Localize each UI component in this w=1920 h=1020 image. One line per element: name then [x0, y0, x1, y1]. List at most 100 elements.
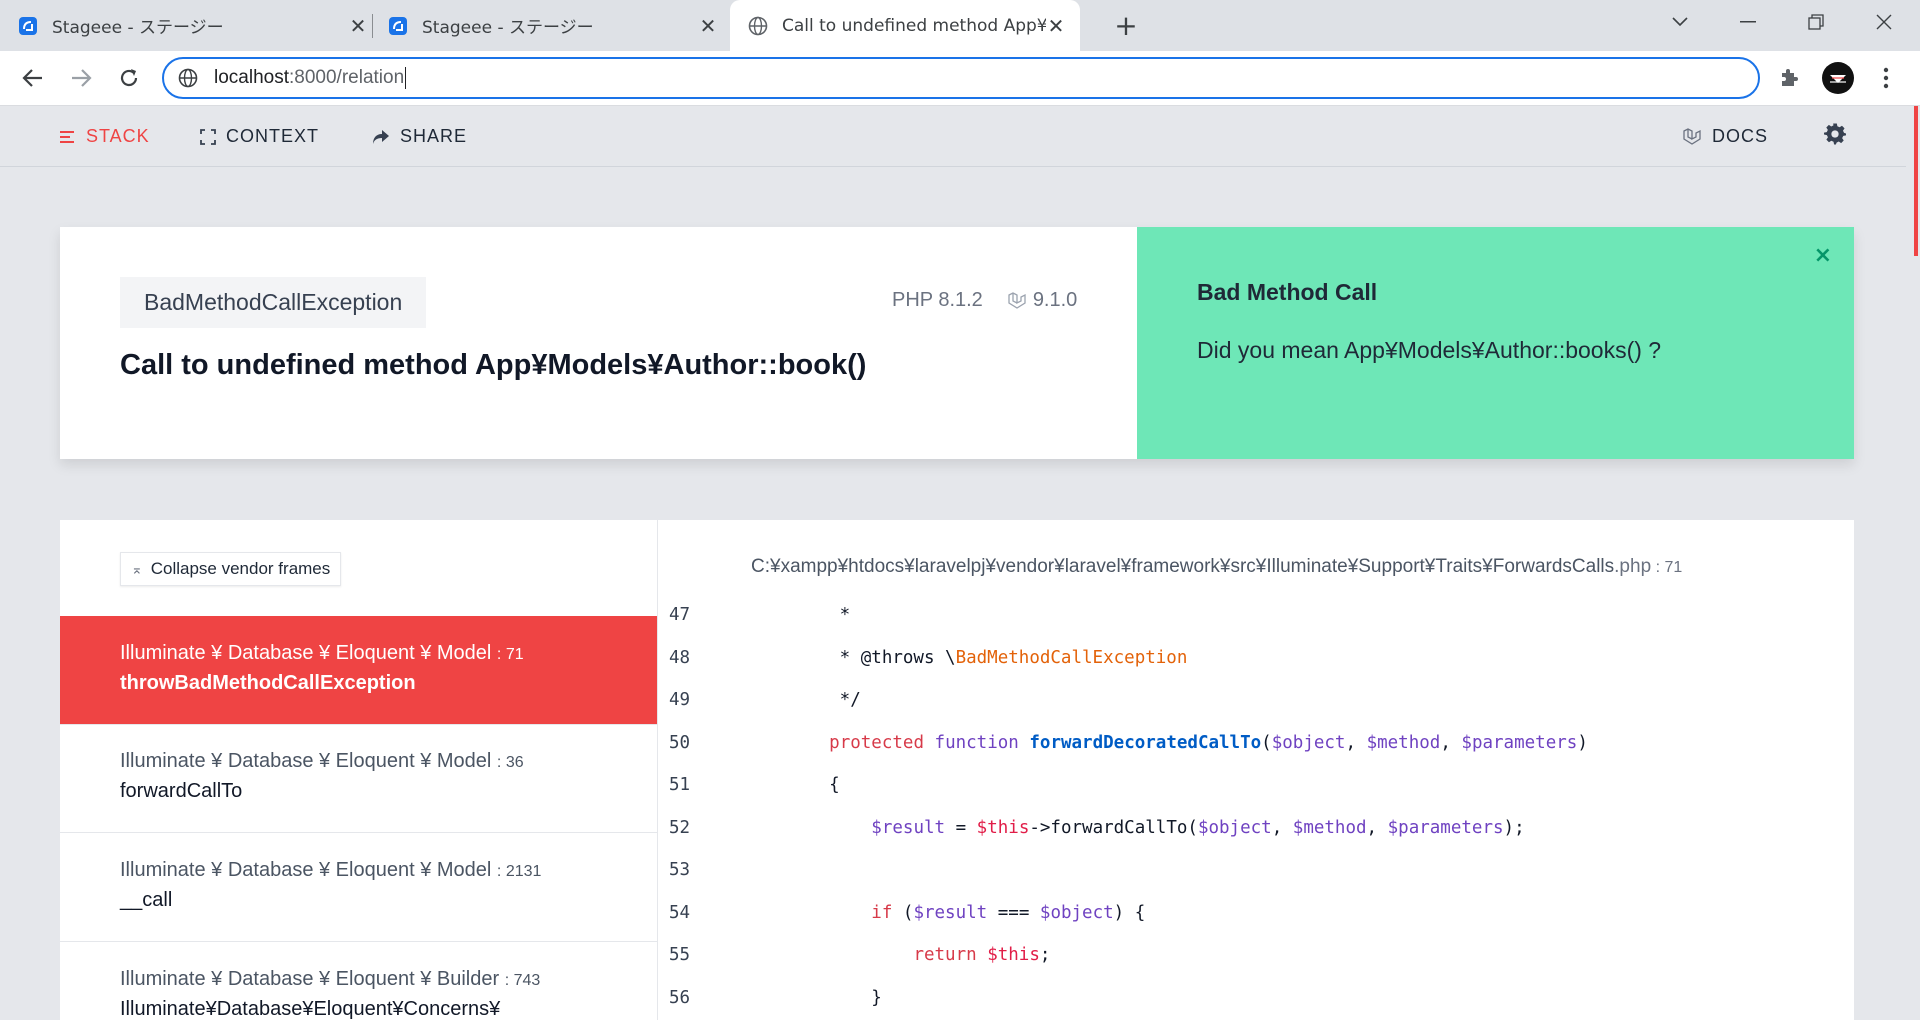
browser-tab-1[interactable]: Stageee - ステージー ✕ — [18, 0, 368, 51]
more-menu-icon[interactable] — [1876, 64, 1896, 92]
code-line: 55 return $this; — [657, 934, 1854, 976]
solution-panel: × Bad Method Call Did you mean App¥Model… — [1137, 227, 1854, 459]
line-number: 52 — [669, 817, 691, 838]
arrow-right-icon[interactable] — [66, 63, 96, 93]
ignition-nav: STACK CONTEXT SHARE DOCS — [0, 106, 1906, 167]
line-code: } — [787, 987, 882, 1008]
code-line: 56 } — [657, 977, 1854, 1019]
line-number: 50 — [669, 732, 691, 753]
nav-context[interactable]: CONTEXT — [200, 126, 319, 147]
laravel-icon — [1683, 127, 1701, 145]
line-number: 48 — [669, 647, 691, 668]
scrollbar-thumb[interactable] — [1914, 106, 1918, 256]
code-line: 48 * @throws \BadMethodCallException — [657, 637, 1854, 679]
frame-line: : 36 — [496, 754, 524, 771]
browser-tab-active[interactable]: Call to undefined method App¥M ✕ — [730, 0, 1080, 51]
close-tab-icon[interactable]: ✕ — [348, 14, 368, 38]
browser-tab-2[interactable]: Stageee - ステージー ✕ — [388, 0, 718, 51]
code-line: 52 $result = $this->forwardCallTo($objec… — [657, 807, 1854, 849]
exception-class: BadMethodCallException — [120, 277, 427, 328]
new-tab-button[interactable]: + — [1108, 8, 1144, 44]
nav-docs[interactable]: DOCS — [1682, 126, 1768, 147]
line-code: * @throws \BadMethodCallException — [787, 647, 1188, 668]
solution-description: Did you mean App¥Models¥Author::books() … — [1197, 337, 1662, 363]
solution-title: Bad Method Call — [1197, 279, 1378, 305]
browser-tab-strip: Stageee - ステージー ✕ Stageee - ステージー ✕ Call… — [0, 0, 1920, 51]
globe-icon — [178, 68, 198, 88]
file-extension: .php — [1614, 556, 1652, 577]
close-solution-icon[interactable]: × — [1814, 243, 1832, 268]
line-number: 54 — [669, 902, 691, 923]
exception-card: BadMethodCallException PHP 8.1.2 9.1.0 C… — [60, 227, 1854, 459]
close-tab-icon[interactable]: ✕ — [698, 14, 718, 38]
code-line: 51 { — [657, 764, 1854, 806]
stack-icon — [60, 130, 74, 143]
file-line: : 71 — [1651, 559, 1683, 576]
address-bar[interactable]: localhost:8000/relation — [162, 57, 1760, 99]
laravel-icon — [1008, 291, 1026, 309]
tab-divider — [372, 14, 373, 38]
stack-frame[interactable]: Illuminate ¥ Database ¥ Eloquent ¥ Build… — [60, 942, 657, 1020]
code-line: 50 protected function forwardDecoratedCa… — [657, 722, 1854, 764]
line-number: 49 — [669, 690, 691, 710]
code-line: 54 if ($result === $object) { — [657, 892, 1854, 934]
text-cursor — [405, 67, 407, 89]
code-line: 53 — [657, 849, 1854, 891]
code-line: 47 * — [657, 594, 1854, 636]
frame-line: : 743 — [504, 972, 541, 989]
tab-title: Stageee - ステージー — [422, 18, 594, 38]
line-code: protected function forwardDecoratedCallT… — [829, 732, 1588, 753]
context-icon — [200, 128, 216, 145]
puzzle-icon[interactable] — [1778, 65, 1804, 91]
frame-class: Illuminate ¥ Database ¥ Eloquent ¥ Model — [120, 859, 492, 881]
line-code: return $this; — [913, 945, 1051, 965]
frame-line: : 71 — [496, 646, 524, 663]
frame-line: : 2131 — [496, 863, 542, 880]
stageee-favicon-icon — [19, 16, 37, 35]
arrow-left-icon[interactable] — [18, 63, 48, 93]
globe-icon — [748, 16, 768, 35]
address-text[interactable]: localhost:8000/relation — [214, 67, 407, 89]
frame-method: __call — [120, 889, 173, 911]
frame-class: Illuminate ¥ Database ¥ Eloquent ¥ Model — [120, 642, 492, 664]
gear-icon — [1824, 123, 1846, 145]
line-number: 55 — [669, 945, 691, 965]
stack-frame[interactable]: Illuminate ¥ Database ¥ Eloquent ¥ Model… — [60, 616, 657, 725]
nav-share[interactable]: SHARE — [372, 126, 467, 147]
nav-stack[interactable]: STACK — [60, 126, 150, 147]
close-tab-icon[interactable]: ✕ — [1046, 14, 1066, 38]
stack-frame[interactable]: Illuminate ¥ Database ¥ Eloquent ¥ Model… — [60, 833, 657, 942]
collapse-vendor-frames-button[interactable]: ⌅ Collapse vendor frames — [120, 552, 342, 586]
browser-toolbar: localhost:8000/relation — [0, 51, 1920, 106]
php-version: PHP 8.1.2 — [892, 289, 983, 311]
stack-frame[interactable]: Illuminate ¥ Database ¥ Eloquent ¥ Model… — [60, 724, 657, 833]
minimize-icon[interactable] — [1714, 0, 1782, 44]
line-number: 51 — [669, 775, 691, 795]
nav-docs-label: DOCS — [1712, 126, 1769, 146]
reload-icon[interactable] — [114, 63, 144, 93]
line-code: { — [787, 775, 840, 795]
restore-icon[interactable] — [1782, 0, 1850, 44]
frame-method: throwBadMethodCallException — [120, 672, 416, 694]
tab-search-icon[interactable] — [1646, 0, 1714, 44]
nav-share-label: SHARE — [400, 126, 468, 146]
laravel-version: 9.1.0 — [1032, 289, 1078, 311]
nav-stack-label: STACK — [86, 126, 150, 146]
nav-context-label: CONTEXT — [226, 126, 320, 146]
address-path: :8000/relation — [289, 67, 405, 89]
code-line: 49 */ — [657, 679, 1854, 721]
profile-avatar[interactable] — [1822, 62, 1854, 94]
file-path-dir: C:¥xampp¥htdocs¥laravelpj¥vendor¥laravel… — [751, 556, 1615, 577]
line-code: if ($result === $object) { — [871, 902, 1146, 923]
stageee-favicon-icon — [389, 16, 407, 35]
close-window-icon[interactable] — [1850, 0, 1918, 44]
frame-class: Illuminate ¥ Database ¥ Eloquent ¥ Build… — [120, 968, 500, 990]
frame-method: forwardCallTo — [120, 780, 243, 802]
stack-panel: ⌅ Collapse vendor frames Illuminate ¥ Da… — [60, 520, 1854, 1020]
frame-method: Illuminate¥Database¥Eloquent¥Concerns¥ — [120, 998, 501, 1020]
settings-button[interactable] — [1824, 123, 1856, 145]
collapse-icon: ⌅ — [131, 560, 143, 577]
share-icon — [373, 129, 389, 144]
stack-frames: ⌅ Collapse vendor frames Illuminate ¥ Da… — [60, 520, 658, 1020]
file-path[interactable]: C:¥xampp¥htdocs¥laravelpj¥vendor¥laravel… — [751, 556, 1682, 578]
